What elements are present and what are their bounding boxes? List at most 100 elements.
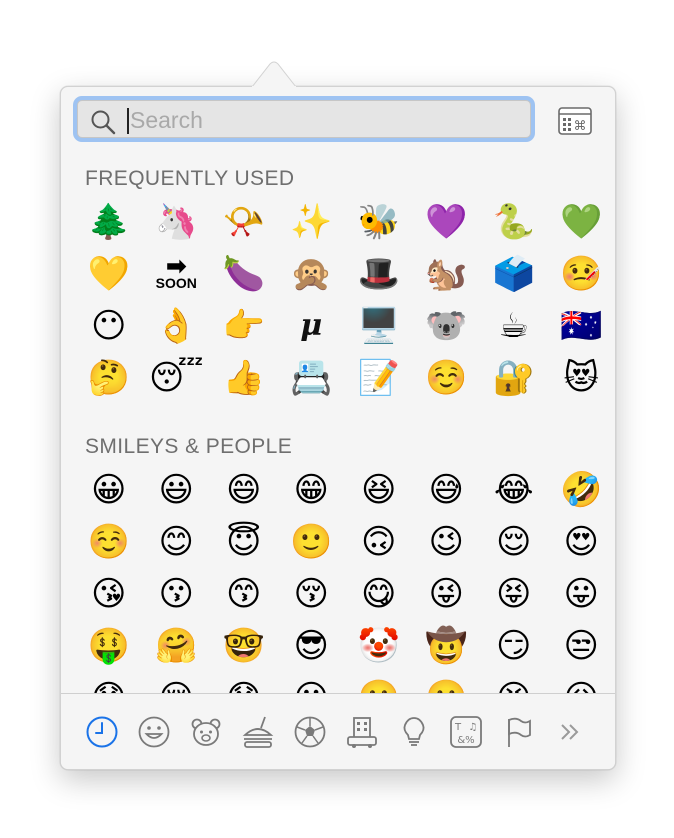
emoji-cell[interactable]: 🌲 bbox=[75, 196, 143, 248]
emoji-cell[interactable]: 🖥️ bbox=[345, 300, 413, 352]
character-viewer-button[interactable]: ⌘ bbox=[558, 107, 592, 135]
double-chevron-icon bbox=[561, 724, 579, 740]
emoji-cell[interactable]: 🇦🇺 bbox=[548, 300, 616, 352]
search-input[interactable] bbox=[130, 105, 510, 135]
category-objects[interactable] bbox=[396, 714, 432, 750]
smiley-icon bbox=[138, 716, 170, 748]
emoji-cell[interactable]: 👍 bbox=[210, 352, 278, 404]
emoji-cell[interactable]: 📝 bbox=[345, 352, 413, 404]
category-animals[interactable] bbox=[188, 714, 224, 750]
emoji-cell[interactable]: 😁 bbox=[278, 464, 346, 516]
emoji-cell[interactable]: 😊 bbox=[143, 516, 211, 568]
emoji-cell[interactable]: 😖 bbox=[548, 672, 616, 693]
emoji-cell[interactable]: 🤠 bbox=[413, 620, 481, 672]
emoji-cell[interactable]: 📯 bbox=[210, 196, 278, 248]
emoji-cell[interactable]: 😚 bbox=[278, 568, 346, 620]
emoji-cell[interactable]: 🤒 bbox=[548, 248, 616, 300]
emoji-cell[interactable]: 😕 bbox=[278, 672, 346, 693]
emoji-cell[interactable]: 😞 bbox=[75, 672, 143, 693]
category-travel[interactable] bbox=[344, 714, 380, 750]
emoji-cell[interactable]: 😴 bbox=[143, 352, 211, 404]
svg-text:⌘: ⌘ bbox=[574, 119, 587, 134]
emoji-cell[interactable]: 🗳️ bbox=[480, 248, 548, 300]
character-viewer-icon: ⌘ bbox=[558, 107, 592, 135]
emoji-cell[interactable]: 📇 bbox=[278, 352, 346, 404]
emoji-cell[interactable]: 🐝 bbox=[345, 196, 413, 248]
emoji-cell[interactable]: 😎 bbox=[278, 620, 346, 672]
emoji-cell[interactable]: 😋 bbox=[345, 568, 413, 620]
emoji-cell[interactable]: 😻 bbox=[548, 352, 616, 404]
emoji-scroll-area[interactable]: FREQUENTLY USED 🌲 🦄 📯 ✨ 🐝 💜 🐍 💚 💛 ➡ SOON 🍆 🙊 🎩 🐿️ 🗳️ 🤒 😶 👌… bbox=[61, 153, 615, 693]
emoji-cell[interactable]: 🤑 bbox=[75, 620, 143, 672]
emoji-cell[interactable]: 😙 bbox=[210, 568, 278, 620]
emoji-cell[interactable]: 😝 bbox=[480, 568, 548, 620]
emoji-cell[interactable]: 🤓 bbox=[210, 620, 278, 672]
emoji-cell[interactable]: 🙂 bbox=[278, 516, 346, 568]
emoji-cell[interactable]: 😅 bbox=[413, 464, 481, 516]
lightbulb-icon bbox=[403, 717, 425, 746]
emoji-cell[interactable]: ✨ bbox=[278, 196, 346, 248]
building-icon bbox=[347, 717, 377, 748]
emoji-cell[interactable]: 🐿️ bbox=[413, 248, 481, 300]
emoji-cell[interactable]: 😂 bbox=[480, 464, 548, 516]
emoji-cell[interactable]: 😒 bbox=[548, 620, 616, 672]
emoji-cell[interactable]: 🤔 bbox=[75, 352, 143, 404]
emoji-cell[interactable]: 😍 bbox=[548, 516, 616, 568]
emoji-cell[interactable]: 😗 bbox=[143, 568, 211, 620]
emoji-cell[interactable]: 🙁 bbox=[345, 672, 413, 693]
emoji-cell[interactable]: ☕ bbox=[480, 300, 548, 352]
soon-arrow-icon: ➡ bbox=[166, 253, 187, 280]
search-box[interactable] bbox=[77, 100, 531, 138]
emoji-cell[interactable]: ➡ SOON bbox=[143, 248, 211, 300]
emoji-cell[interactable]: 😛 bbox=[548, 568, 616, 620]
category-flags[interactable] bbox=[500, 714, 536, 750]
search-icon bbox=[91, 110, 116, 135]
svg-text:T: T bbox=[454, 722, 462, 733]
emoji-cell[interactable]: 😟 bbox=[210, 672, 278, 693]
emoji-cell[interactable]: 🎩 bbox=[345, 248, 413, 300]
flag-icon bbox=[508, 717, 531, 747]
category-recent[interactable] bbox=[84, 714, 120, 750]
emoji-cell[interactable]: 🦄 bbox=[143, 196, 211, 248]
emoji-cell[interactable]: 🐨 bbox=[413, 300, 481, 352]
emoji-cell[interactable]: 😜 bbox=[413, 568, 481, 620]
emoji-cell[interactable]: 🤡 bbox=[345, 620, 413, 672]
category-smileys[interactable] bbox=[136, 714, 172, 750]
emoji-cell[interactable]: 🤗 bbox=[143, 620, 211, 672]
emoji-cell[interactable]: 🙊 bbox=[278, 248, 346, 300]
emoji-cell[interactable]: 🍆 bbox=[210, 248, 278, 300]
emoji-cell[interactable]: 🙃 bbox=[345, 516, 413, 568]
emoji-cell[interactable]: 🔐 bbox=[480, 352, 548, 404]
emoji-cell[interactable]: ☺️ bbox=[75, 516, 143, 568]
emoji-cell[interactable]: 🐍 bbox=[480, 196, 548, 248]
emoji-cell[interactable]: 👉 bbox=[210, 300, 278, 352]
emoji-cell[interactable]: 🤣 bbox=[548, 464, 616, 516]
search-focus-ring bbox=[73, 96, 535, 142]
emoji-cell[interactable]: 💛 bbox=[75, 248, 143, 300]
emoji-cell[interactable]: ☺️ bbox=[413, 352, 481, 404]
svg-text:♫: ♫ bbox=[469, 722, 478, 733]
smileys-people-grid: 😀😃😄😁😆😅😂🤣 ☺️😊😇🙂🙃😉😌😍 😘😗😙😚😋😜😝😛 🤑🤗🤓😎🤡🤠😏😒 😞😔😟😕🙁☹️… bbox=[75, 464, 615, 693]
category-symbols[interactable]: T ♫ &% bbox=[448, 714, 484, 750]
emoji-cell[interactable]: 💚 bbox=[548, 196, 616, 248]
emoji-cell[interactable]: 😏 bbox=[480, 620, 548, 672]
emoji-cell[interactable]: ☹️ bbox=[413, 672, 481, 693]
emoji-cell[interactable]: 😀 bbox=[75, 464, 143, 516]
emoji-cell[interactable]: 😆 bbox=[345, 464, 413, 516]
emoji-cell[interactable]: 😘 bbox=[75, 568, 143, 620]
emoji-cell[interactable]: 👌 bbox=[143, 300, 211, 352]
emoji-cell[interactable]: 😔 bbox=[143, 672, 211, 693]
emoji-cell[interactable]: μ bbox=[278, 300, 346, 352]
category-more[interactable] bbox=[552, 714, 588, 750]
emoji-cell[interactable]: 😌 bbox=[480, 516, 548, 568]
emoji-cell[interactable]: 😃 bbox=[143, 464, 211, 516]
svg-text:&%: &% bbox=[457, 735, 474, 746]
emoji-cell[interactable]: 😄 bbox=[210, 464, 278, 516]
emoji-cell[interactable]: 😶 bbox=[75, 300, 143, 352]
category-food[interactable] bbox=[240, 714, 276, 750]
emoji-cell[interactable]: 😣 bbox=[480, 672, 548, 693]
emoji-cell[interactable]: 💜 bbox=[413, 196, 481, 248]
category-activity[interactable] bbox=[292, 714, 328, 750]
emoji-cell[interactable]: 😉 bbox=[413, 516, 481, 568]
emoji-cell[interactable]: 😇 bbox=[210, 516, 278, 568]
